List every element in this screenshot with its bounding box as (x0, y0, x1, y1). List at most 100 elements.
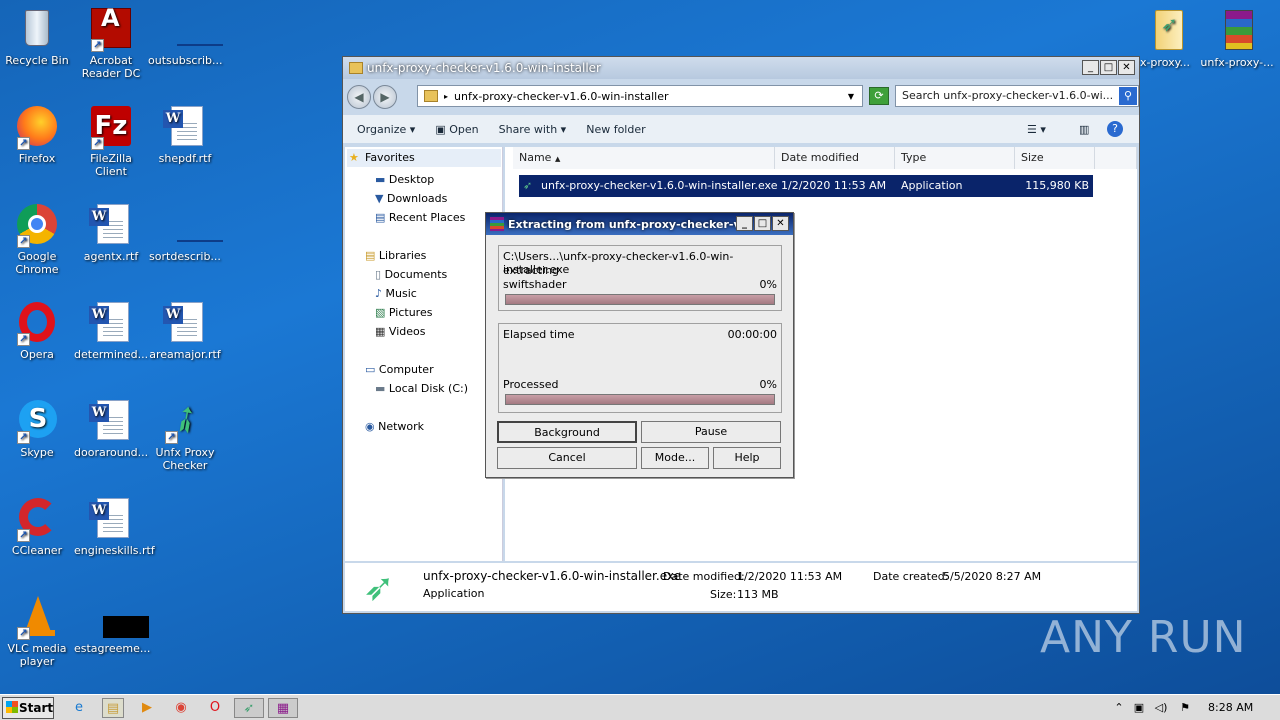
desktop-icon-acrobat[interactable]: A ↗ Acrobat Reader DC (74, 6, 148, 80)
desktop-icon-label: Acrobat Reader DC (81, 54, 141, 80)
desktop-icon-label: Unfx Proxy Checker (155, 446, 215, 472)
desktop-icon-outsubscrib[interactable]: outsubscrib... (148, 6, 223, 67)
organize-label: Organize (357, 122, 407, 136)
explorer-taskbar-icon[interactable]: ▤ (102, 698, 124, 718)
anyrun-watermark: ANY RUN (1040, 612, 1247, 663)
nav-libraries[interactable]: ▤ Libraries (365, 249, 426, 262)
nav-favorites[interactable]: ★ Favorites (347, 149, 501, 167)
rocket-icon: ➶ ↗ (161, 394, 210, 446)
minimize-button[interactable]: _ (1082, 60, 1099, 75)
desktop-icon-sortdescrib[interactable]: sortdescrib... (148, 202, 223, 263)
desktop-icon-shepdf[interactable]: W shepdf.rtf (148, 104, 222, 165)
back-button[interactable]: ◀ (347, 85, 371, 109)
winrar-taskbar-icon[interactable]: ▦ (268, 698, 298, 718)
filezilla-icon: Fz ↗ (89, 104, 133, 150)
file-type: Application (901, 179, 963, 192)
column-header-size[interactable]: Size (1015, 147, 1095, 169)
address-dropdown-icon[interactable]: ▼ (848, 92, 854, 101)
dialog-close-button[interactable]: ✕ (772, 216, 789, 231)
help-icon[interactable]: ? (1107, 121, 1123, 137)
table-row[interactable]: ➶ unfx-proxy-checker-v1.6.0-win-installe… (519, 175, 1093, 197)
view-options-icon[interactable]: ☰ ▾ (1027, 123, 1046, 136)
clock[interactable]: 8:28 AM (1208, 701, 1253, 714)
address-box[interactable]: ▸ unfx-proxy-checker-v1.6.0-win-installe… (417, 85, 863, 107)
opera-taskbar-icon[interactable]: O (204, 698, 226, 718)
chrome-taskbar-icon[interactable]: ◉ (170, 698, 192, 718)
forward-button[interactable]: ▶ (373, 85, 397, 109)
desktop-icon-chrome[interactable]: ↗ Google Chrome (0, 202, 74, 276)
ie-taskbar-icon[interactable]: e (68, 698, 90, 718)
desktop-icon-determined[interactable]: W determined... (74, 300, 148, 361)
volume-tray-icon[interactable]: ◁) (1150, 698, 1172, 718)
share-with-button[interactable]: Share with ▾ (499, 123, 567, 136)
nav-pictures[interactable]: ▧ Pictures (375, 306, 432, 319)
desktop-icon: ▬ (375, 173, 386, 186)
start-button[interactable]: Start (2, 697, 54, 719)
nav-music[interactable]: ♪ Music (375, 287, 417, 300)
desktop-icon-agentx[interactable]: W agentx.rtf (74, 202, 148, 263)
window-title: unfx-proxy-checker-v1.6.0-win-installer (367, 61, 601, 75)
nav-recent-places[interactable]: ▤ Recent Places (375, 211, 465, 224)
desktop-icon-engineskills[interactable]: W engineskills.rtf (74, 496, 155, 557)
winrar-icon (1215, 8, 1259, 52)
nav-videos[interactable]: ▦ Videos (375, 325, 425, 338)
dialog-maximize-button[interactable]: □ (754, 216, 771, 231)
search-icon[interactable]: ⚲ (1119, 87, 1137, 105)
nav-computer[interactable]: ▭ Computer (365, 363, 434, 376)
blank-file-icon (163, 202, 223, 246)
desktop-icon-dooraround[interactable]: W dooraround... (74, 398, 148, 459)
rocket-icon: ➶ (523, 179, 533, 192)
open-button[interactable]: ▣ Open (435, 123, 478, 136)
dialog-minimize-button[interactable]: _ (736, 216, 753, 231)
desktop-icon-areamajor[interactable]: W areamajor.rtf (148, 300, 222, 361)
network-tray-icon[interactable]: ▣ (1128, 698, 1150, 718)
column-header-name[interactable]: Name ▲ (513, 147, 775, 169)
desktop-icon-unfx-winrar[interactable]: unfx-proxy-... (1200, 8, 1274, 69)
nav-documents[interactable]: ▯ Documents (375, 268, 447, 281)
desktop-icon-label: determined... (74, 348, 149, 361)
preview-pane-icon[interactable]: ▥ (1079, 123, 1089, 136)
desktop-icon-opera[interactable]: ↗ Opera (0, 300, 74, 361)
background-button[interactable]: Background (497, 421, 637, 443)
word-doc-icon: W (89, 496, 133, 540)
music-icon: ♪ (375, 287, 383, 300)
desktop-icon-label: Opera (20, 348, 54, 361)
details-created-label: Date created: (873, 570, 949, 583)
unfx-taskbar-icon[interactable]: ➶ (234, 698, 264, 718)
nav-local-disk[interactable]: ▬ Local Disk (C:) (375, 382, 468, 395)
column-header-type[interactable]: Type (895, 147, 1015, 169)
cancel-button[interactable]: Cancel (497, 447, 637, 469)
desktop-icon-label: dooraround... (74, 446, 149, 459)
tray-expand-icon[interactable]: ⌃ (1108, 698, 1130, 718)
maximize-button[interactable]: □ (1100, 60, 1117, 75)
vlc-icon: ↗ (15, 594, 59, 640)
dialog-titlebar[interactable]: Extracting from unfx-proxy-checker-v... … (486, 213, 793, 235)
ccleaner-icon: ↗ (15, 496, 59, 542)
desktop-icon-filezilla[interactable]: Fz ↗ FileZilla Client (74, 104, 148, 178)
search-input[interactable]: Search unfx-proxy-checker-v1.6.0-wi... (895, 85, 1139, 107)
close-button[interactable]: ✕ (1118, 60, 1135, 75)
desktop-icon-unfx-proxy-checker[interactable]: ➶ ↗ Unfx Proxy Checker (148, 394, 222, 472)
explorer-titlebar[interactable]: unfx-proxy-checker-v1.6.0-win-installer … (343, 57, 1139, 79)
nav-downloads[interactable]: ▼ Downloads (375, 192, 447, 205)
nav-network[interactable]: ◉ Network (365, 420, 424, 433)
desktop-icon-estagreeme[interactable]: estagreeme... (74, 594, 150, 655)
refresh-button[interactable]: ⟳ (869, 87, 889, 105)
action-center-flag-icon[interactable]: ⚑ (1174, 698, 1196, 718)
desktop-icon-vlc[interactable]: ↗ VLC media player (0, 594, 74, 668)
desktop-icon-label: Firefox (18, 152, 56, 165)
help-button[interactable]: Help (713, 447, 781, 469)
organize-button[interactable]: Organize ▾ (357, 123, 415, 136)
desktop-icon-label: shepdf.rtf (158, 152, 212, 165)
media-player-taskbar-icon[interactable]: ▶ (136, 698, 158, 718)
new-folder-button[interactable]: New folder (586, 123, 645, 136)
desktop-icon-recycle-bin[interactable]: Recycle Bin (0, 6, 74, 67)
status-text: extracting (503, 264, 560, 277)
desktop-icon-skype[interactable]: S ↗ Skype (0, 398, 74, 459)
pause-button[interactable]: Pause (641, 421, 781, 443)
desktop-icon-ccleaner[interactable]: ↗ CCleaner (0, 496, 74, 557)
desktop-icon-firefox[interactable]: ↗ Firefox (0, 104, 74, 165)
nav-desktop[interactable]: ▬ Desktop (375, 173, 434, 186)
mode-button[interactable]: Mode... (641, 447, 709, 469)
column-header-date[interactable]: Date modified (775, 147, 895, 169)
